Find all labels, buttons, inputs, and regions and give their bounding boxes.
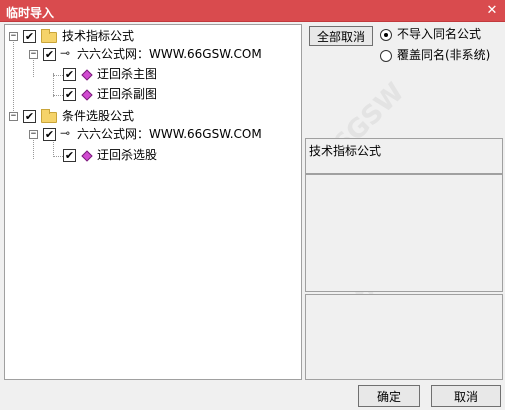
deselect-all-button[interactable]: 全部取消 xyxy=(309,26,373,46)
category-display: 技术指标公式 xyxy=(305,138,503,174)
tree-node-sub-chart[interactable]: ✔ 迂回杀副图 xyxy=(5,85,295,103)
tree-node-main-chart[interactable]: ✔ 迂回杀主图 xyxy=(5,65,295,83)
node-checkbox[interactable]: ✔ xyxy=(63,88,76,101)
node-checkbox[interactable]: ✔ xyxy=(23,110,36,123)
node-label: 迂回杀主图 xyxy=(97,67,158,81)
key-icon: ⊸ xyxy=(60,46,71,60)
ok-button[interactable]: 确定 xyxy=(358,385,420,407)
formula-gem-icon xyxy=(81,89,93,101)
title-bar: 临时导入 ✕ xyxy=(0,0,505,22)
node-label: 六六公式网：WWW.66GSW.COM xyxy=(77,127,262,141)
folder-icon xyxy=(41,29,57,43)
tree-node-source-site-2[interactable]: − ✔ ⊸ 六六公式网：WWW.66GSW.COM xyxy=(5,125,295,143)
node-label: 技术指标公式 xyxy=(62,29,135,43)
node-checkbox[interactable]: ✔ xyxy=(63,149,76,162)
formula-gem-icon xyxy=(81,150,93,162)
radio-no-import[interactable] xyxy=(380,29,392,41)
node-checkbox[interactable]: ✔ xyxy=(23,30,36,43)
formula-description-box xyxy=(305,174,503,292)
category-label: 技术指标公式 xyxy=(309,144,382,158)
node-checkbox[interactable]: ✔ xyxy=(43,128,56,141)
formula-detail-box xyxy=(305,294,503,380)
formula-tree[interactable]: − ✔ 技术指标公式 − ✔ ⊸ 六六公式网：WWW.66GSW.COM ✔ 迂… xyxy=(4,24,302,380)
collapse-icon[interactable]: − xyxy=(9,112,18,121)
tree-node-source-site[interactable]: − ✔ ⊸ 六六公式网：WWW.66GSW.COM xyxy=(5,45,295,63)
radio-overwrite[interactable] xyxy=(380,50,392,62)
node-checkbox[interactable]: ✔ xyxy=(43,48,56,61)
tree-node-screening-formulas[interactable]: − ✔ 条件选股公式 xyxy=(5,107,295,125)
radio-overwrite-label: 覆盖同名(非系统) xyxy=(397,48,491,62)
collapse-icon[interactable]: − xyxy=(29,50,38,59)
node-label: 六六公式网：WWW.66GSW.COM xyxy=(77,47,262,61)
tree-node-indicator-formulas[interactable]: − ✔ 技术指标公式 xyxy=(5,27,295,45)
collapse-icon[interactable]: − xyxy=(9,32,18,41)
key-icon: ⊸ xyxy=(60,126,71,140)
formula-gem-icon xyxy=(81,69,93,81)
collapse-icon[interactable]: − xyxy=(29,130,38,139)
radio-no-import-label: 不导入同名公式 xyxy=(397,27,482,41)
node-checkbox[interactable]: ✔ xyxy=(63,68,76,81)
close-icon[interactable]: ✕ xyxy=(479,0,505,22)
tree-node-screening[interactable]: ✔ 迂回杀选股 xyxy=(5,146,295,164)
window-title: 临时导入 xyxy=(6,6,55,20)
node-label: 条件选股公式 xyxy=(62,109,135,123)
folder-icon xyxy=(41,109,57,123)
node-label: 迂回杀选股 xyxy=(97,148,158,162)
node-label: 迂回杀副图 xyxy=(97,87,158,101)
cancel-button[interactable]: 取消 xyxy=(431,385,501,407)
